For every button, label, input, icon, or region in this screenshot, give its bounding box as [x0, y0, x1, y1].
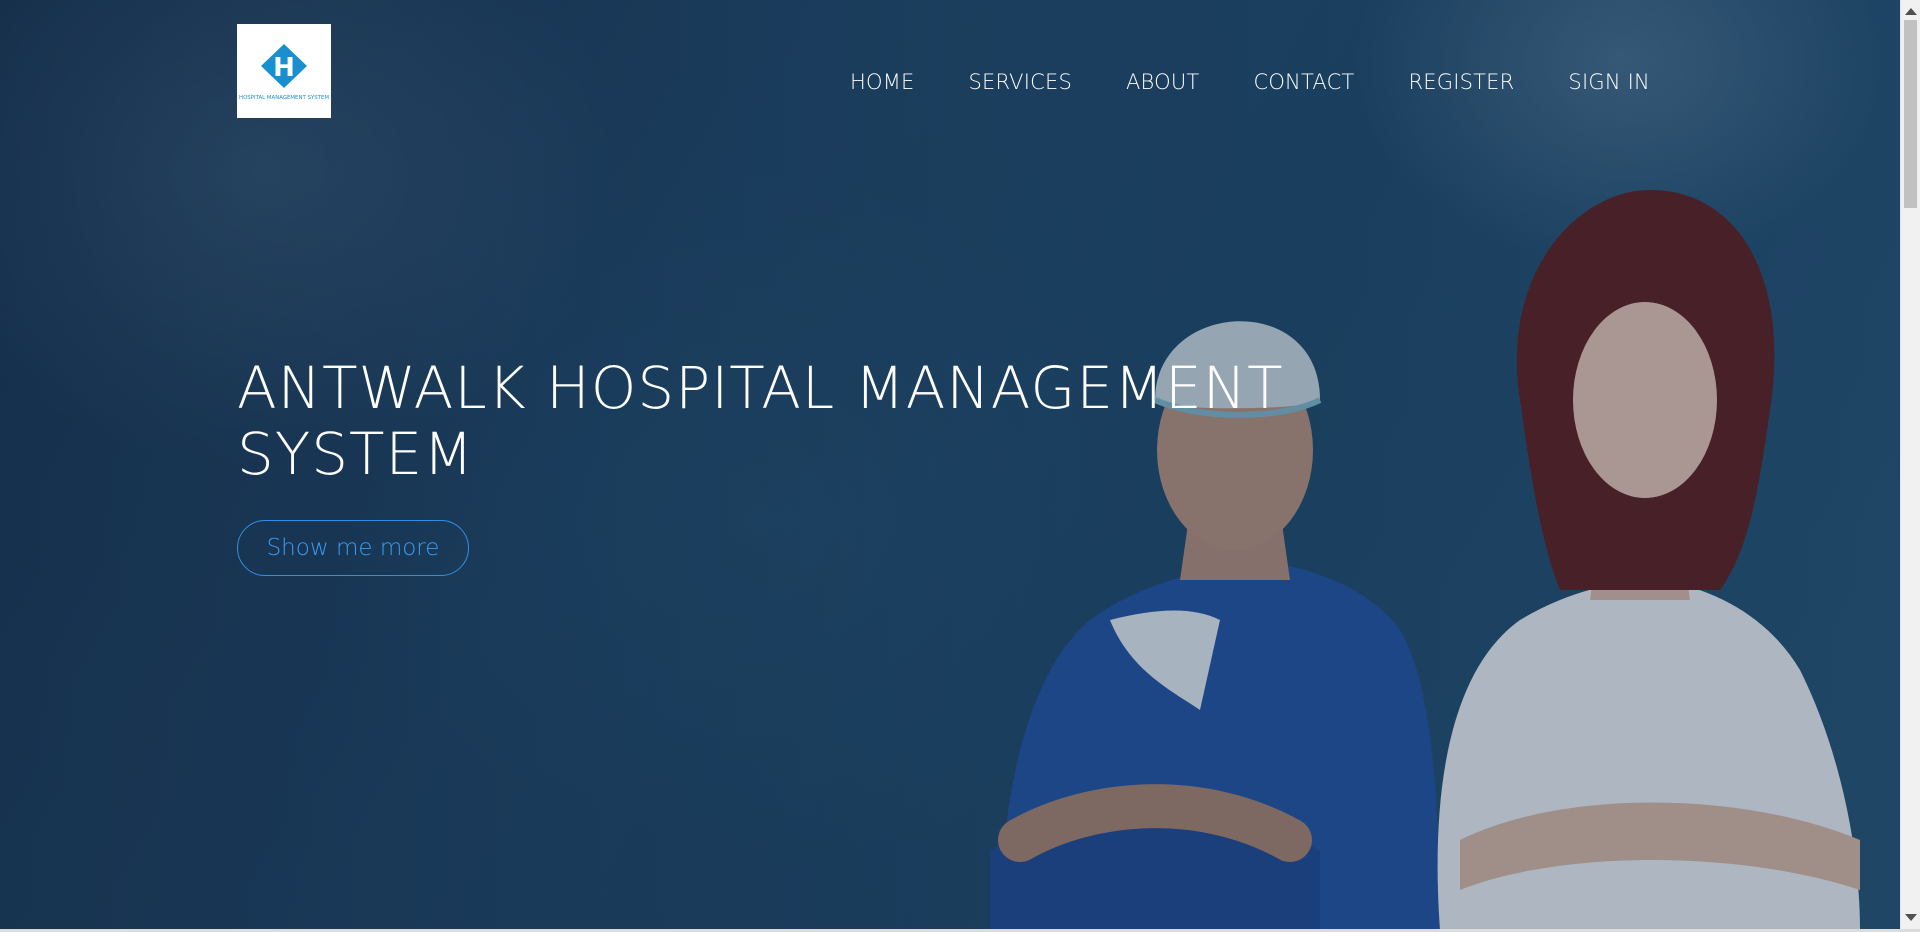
nav-home[interactable]: HOME [850, 68, 915, 96]
main-nav: HOME SERVICES ABOUT CONTACT REGISTER SIG… [850, 68, 1650, 96]
scroll-thumb[interactable] [1904, 20, 1917, 208]
nav-services[interactable]: SERVICES [969, 68, 1072, 96]
logo-caption: HOSPITAL MANAGEMENT SYSTEM [239, 95, 329, 101]
hero-staff-photo [990, 190, 1860, 929]
show-more-button[interactable]: Show me more [237, 520, 469, 576]
scroll-up-arrow-icon[interactable] [1905, 8, 1917, 15]
nav-register[interactable]: REGISTER [1408, 68, 1514, 96]
scroll-down-arrow-icon[interactable] [1905, 914, 1917, 921]
nurse-figure [1437, 190, 1860, 929]
hero-title: ANTWALK HOSPITAL MANAGEMENT SYSTEM [237, 354, 1284, 488]
vertical-scrollbar[interactable] [1900, 0, 1920, 929]
page-viewport: H HOSPITAL MANAGEMENT SYSTEM HOME SERVIC… [0, 0, 1900, 929]
nav-about[interactable]: ABOUT [1126, 68, 1199, 96]
site-logo[interactable]: H HOSPITAL MANAGEMENT SYSTEM [237, 24, 331, 118]
hospital-h-logo-icon: H HOSPITAL MANAGEMENT SYSTEM [237, 24, 331, 118]
nav-sign-in[interactable]: SIGN IN [1568, 68, 1649, 96]
nav-contact[interactable]: CONTACT [1253, 68, 1354, 96]
logo-letter: H [273, 53, 295, 83]
